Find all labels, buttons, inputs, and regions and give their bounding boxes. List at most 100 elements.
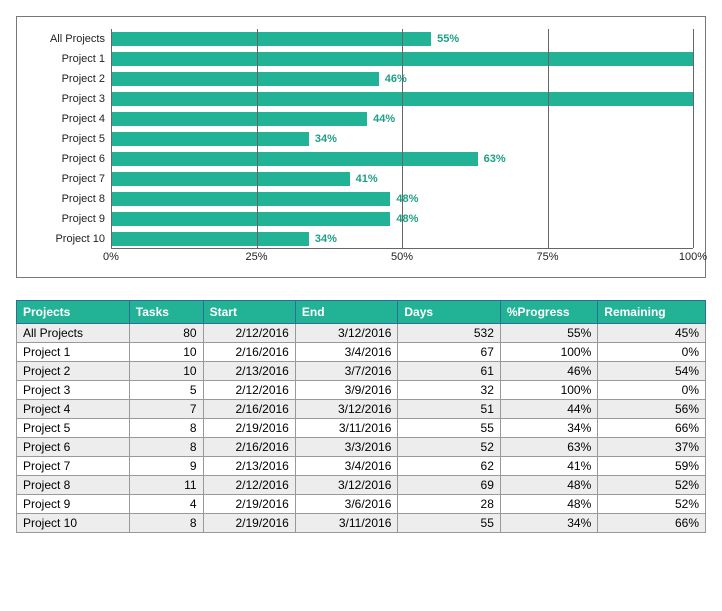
table-cell: 5 (129, 381, 203, 400)
table-cell: 32 (398, 381, 501, 400)
y-axis-label: Project 8 (29, 189, 111, 209)
table-header: Projects (17, 301, 130, 324)
table-cell: 8 (129, 514, 203, 533)
table-header: %Progress (500, 301, 597, 324)
table-cell: 67 (398, 343, 501, 362)
y-axis-label: Project 7 (29, 169, 111, 189)
bar (111, 132, 309, 146)
table-row: Project 1102/16/20163/4/201667100%0% (17, 343, 706, 362)
table-row: Project 352/12/20163/9/201632100%0% (17, 381, 706, 400)
bar (111, 32, 431, 46)
table-cell: 3/9/2016 (295, 381, 398, 400)
table-cell: 34% (500, 514, 597, 533)
table-cell: 52% (598, 476, 706, 495)
bar (111, 172, 350, 186)
table-cell: 3/12/2016 (295, 400, 398, 419)
bar-value-label: 48% (396, 213, 418, 225)
table-cell: 3/11/2016 (295, 419, 398, 438)
table-cell: 37% (598, 438, 706, 457)
table-cell: 46% (500, 362, 597, 381)
y-axis-label: Project 2 (29, 69, 111, 89)
table-cell: Project 3 (17, 381, 130, 400)
table-cell: 52% (598, 495, 706, 514)
table-cell: 56% (598, 400, 706, 419)
bar-value-label: 55% (437, 33, 459, 45)
bar (111, 232, 309, 246)
gridline (257, 29, 258, 248)
table-cell: Project 1 (17, 343, 130, 362)
table-cell: 2/13/2016 (203, 362, 295, 381)
table-header: Days (398, 301, 501, 324)
table-row: Project 8112/12/20163/12/20166948%52% (17, 476, 706, 495)
table-row: Project 2102/13/20163/7/20166146%54% (17, 362, 706, 381)
table-cell: 0% (598, 343, 706, 362)
table-cell: 2/13/2016 (203, 457, 295, 476)
table-cell: 66% (598, 419, 706, 438)
table-cell: 51 (398, 400, 501, 419)
table-cell: 8 (129, 438, 203, 457)
x-axis-tick-label: 100% (679, 251, 707, 263)
table-cell: 52 (398, 438, 501, 457)
y-axis-label: Project 10 (29, 229, 111, 249)
y-axis-label: All Projects (29, 29, 111, 49)
table-header: Remaining (598, 301, 706, 324)
y-axis-label: Project 4 (29, 109, 111, 129)
table-cell: Project 7 (17, 457, 130, 476)
bar-value-label: 44% (373, 113, 395, 125)
bar-value-label: 63% (484, 153, 506, 165)
table-cell: 3/12/2016 (295, 476, 398, 495)
table-cell: 3/3/2016 (295, 438, 398, 457)
table-cell: 9 (129, 457, 203, 476)
table-cell: Project 6 (17, 438, 130, 457)
table-cell: 3/4/2016 (295, 457, 398, 476)
table-cell: 2/19/2016 (203, 514, 295, 533)
table-cell: All Projects (17, 324, 130, 343)
projects-table: ProjectsTasksStartEndDays%ProgressRemain… (16, 300, 706, 533)
gridline (402, 29, 403, 248)
table-cell: 100% (500, 343, 597, 362)
table-cell: 61 (398, 362, 501, 381)
table-cell: 3/11/2016 (295, 514, 398, 533)
table-cell: 55% (500, 324, 597, 343)
table-cell: 54% (598, 362, 706, 381)
table-cell: 3/4/2016 (295, 343, 398, 362)
table-cell: 2/16/2016 (203, 343, 295, 362)
y-axis-label: Project 9 (29, 209, 111, 229)
table-cell: 3/12/2016 (295, 324, 398, 343)
table-cell: 11 (129, 476, 203, 495)
gridline (548, 29, 549, 248)
table-cell: 2/19/2016 (203, 495, 295, 514)
table-header: Start (203, 301, 295, 324)
table-cell: 34% (500, 419, 597, 438)
bar (111, 212, 390, 226)
table-header: Tasks (129, 301, 203, 324)
table-cell: Project 5 (17, 419, 130, 438)
table-cell: 59% (598, 457, 706, 476)
table-cell: 2/19/2016 (203, 419, 295, 438)
bar-value-label: 48% (396, 193, 418, 205)
table-cell: 63% (500, 438, 597, 457)
projects-table-wrap: ProjectsTasksStartEndDays%ProgressRemain… (16, 300, 706, 533)
table-cell: 532 (398, 324, 501, 343)
table-cell: 2/16/2016 (203, 400, 295, 419)
gridline (111, 29, 112, 248)
table-cell: 3/6/2016 (295, 495, 398, 514)
table-cell: 8 (129, 419, 203, 438)
y-axis-label: Project 1 (29, 49, 111, 69)
table-cell: 80 (129, 324, 203, 343)
table-cell: 7 (129, 400, 203, 419)
table-cell: 41% (500, 457, 597, 476)
table-cell: Project 2 (17, 362, 130, 381)
table-cell: 55 (398, 419, 501, 438)
table-cell: 44% (500, 400, 597, 419)
table-cell: 3/7/2016 (295, 362, 398, 381)
gridline (693, 29, 694, 248)
table-cell: 48% (500, 476, 597, 495)
table-cell: Project 9 (17, 495, 130, 514)
table-cell: 62 (398, 457, 501, 476)
x-axis-tick-label: 0% (103, 251, 119, 263)
table-cell: 2/12/2016 (203, 324, 295, 343)
table-cell: 2/12/2016 (203, 476, 295, 495)
y-axis-label: Project 3 (29, 89, 111, 109)
table-cell: Project 8 (17, 476, 130, 495)
